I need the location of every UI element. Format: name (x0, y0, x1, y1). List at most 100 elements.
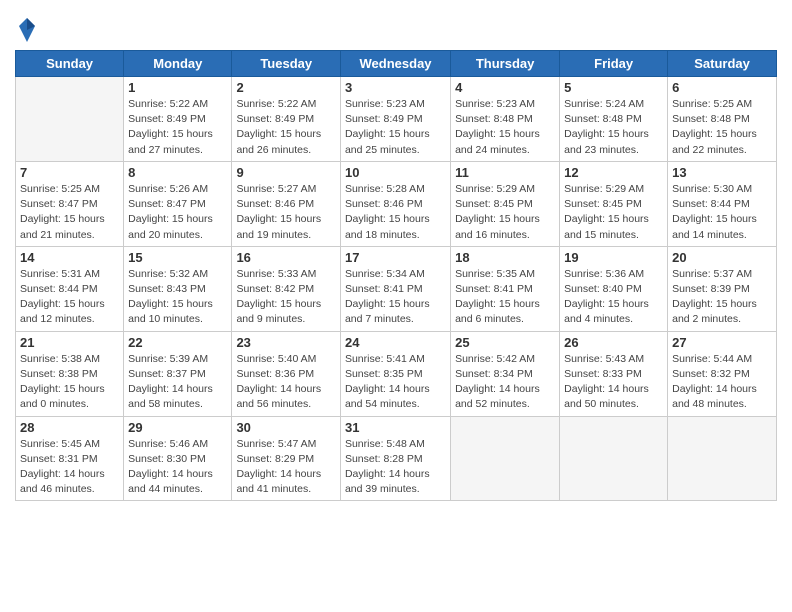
day-info: Sunrise: 5:38 AM Sunset: 8:38 PM Dayligh… (20, 352, 119, 413)
calendar-cell: 25 Sunrise: 5:42 AM Sunset: 8:34 PM Dayli… (451, 331, 560, 416)
day-number: 25 (455, 335, 555, 350)
day-info: Sunrise: 5:32 AM Sunset: 8:43 PM Dayligh… (128, 267, 227, 328)
day-number: 5 (564, 80, 663, 95)
day-of-week-header: Thursday (451, 51, 560, 77)
logo (15, 16, 41, 44)
calendar-cell: 14 Sunrise: 5:31 AM Sunset: 8:44 PM Dayli… (16, 246, 124, 331)
calendar-week-row: 28 Sunrise: 5:45 AM Sunset: 8:31 PM Dayli… (16, 416, 777, 501)
day-info: Sunrise: 5:31 AM Sunset: 8:44 PM Dayligh… (20, 267, 119, 328)
day-number: 15 (128, 250, 227, 265)
calendar-cell: 4 Sunrise: 5:23 AM Sunset: 8:48 PM Daylig… (451, 77, 560, 162)
day-number: 10 (345, 165, 446, 180)
calendar-cell: 22 Sunrise: 5:39 AM Sunset: 8:37 PM Dayli… (124, 331, 232, 416)
day-info: Sunrise: 5:47 AM Sunset: 8:29 PM Dayligh… (236, 437, 336, 498)
day-number: 23 (236, 335, 336, 350)
calendar-cell: 12Sunrise: 5:29 AM Sunset: 8:45 PM Dayli… (560, 161, 668, 246)
day-info: Sunrise: 5:28 AM Sunset: 8:46 PM Dayligh… (345, 182, 446, 243)
day-of-week-header: Monday (124, 51, 232, 77)
day-number: 18 (455, 250, 555, 265)
day-number: 2 (236, 80, 336, 95)
calendar-cell: 15 Sunrise: 5:32 AM Sunset: 8:43 PM Dayli… (124, 246, 232, 331)
calendar-cell: 29 Sunrise: 5:46 AM Sunset: 8:30 PM Dayli… (124, 416, 232, 501)
day-info: Sunrise: 5:29 AM Sunset: 8:45 PM Dayligh… (564, 182, 663, 243)
day-info: Sunrise: 5:42 AM Sunset: 8:34 PM Dayligh… (455, 352, 555, 413)
day-info: Sunrise: 5:22 AM Sunset: 8:49 PM Dayligh… (236, 97, 336, 158)
calendar-week-row: 14 Sunrise: 5:31 AM Sunset: 8:44 PM Dayli… (16, 246, 777, 331)
day-info: Sunrise: 5:44 AM Sunset: 8:32 PM Dayligh… (672, 352, 772, 413)
calendar-cell (668, 416, 777, 501)
day-number: 9 (236, 165, 336, 180)
day-info: Sunrise: 5:48 AM Sunset: 8:28 PM Dayligh… (345, 437, 446, 498)
day-number: 27 (672, 335, 772, 350)
day-number: 14 (20, 250, 119, 265)
calendar-cell: 17Sunrise: 5:34 AM Sunset: 8:41 PM Dayli… (340, 246, 450, 331)
calendar-cell: 28 Sunrise: 5:45 AM Sunset: 8:31 PM Dayli… (16, 416, 124, 501)
calendar-cell (451, 416, 560, 501)
calendar-cell: 2 Sunrise: 5:22 AM Sunset: 8:49 PM Daylig… (232, 77, 341, 162)
day-number: 29 (128, 420, 227, 435)
day-of-week-header: Friday (560, 51, 668, 77)
day-number: 30 (236, 420, 336, 435)
day-info: Sunrise: 5:40 AM Sunset: 8:36 PM Dayligh… (236, 352, 336, 413)
calendar-cell: 1 Sunrise: 5:22 AM Sunset: 8:49 PM Daylig… (124, 77, 232, 162)
calendar-cell: 23 Sunrise: 5:40 AM Sunset: 8:36 PM Dayli… (232, 331, 341, 416)
day-number: 8 (128, 165, 227, 180)
day-info: Sunrise: 5:36 AM Sunset: 8:40 PM Dayligh… (564, 267, 663, 328)
day-info: Sunrise: 5:43 AM Sunset: 8:33 PM Dayligh… (564, 352, 663, 413)
day-info: Sunrise: 5:29 AM Sunset: 8:45 PM Dayligh… (455, 182, 555, 243)
day-of-week-header: Sunday (16, 51, 124, 77)
day-number: 4 (455, 80, 555, 95)
calendar-cell: 7Sunrise: 5:25 AM Sunset: 8:47 PM Daylig… (16, 161, 124, 246)
calendar-cell: 19 Sunrise: 5:36 AM Sunset: 8:40 PM Dayli… (560, 246, 668, 331)
calendar-cell: 16Sunrise: 5:33 AM Sunset: 8:42 PM Dayli… (232, 246, 341, 331)
calendar-cell: 20Sunrise: 5:37 AM Sunset: 8:39 PM Dayli… (668, 246, 777, 331)
calendar-cell (560, 416, 668, 501)
page-header (15, 10, 777, 44)
calendar-cell: 10 Sunrise: 5:28 AM Sunset: 8:46 PM Dayli… (340, 161, 450, 246)
day-info: Sunrise: 5:23 AM Sunset: 8:49 PM Dayligh… (345, 97, 446, 158)
calendar-cell: 21 Sunrise: 5:38 AM Sunset: 8:38 PM Dayli… (16, 331, 124, 416)
day-of-week-header: Tuesday (232, 51, 341, 77)
day-info: Sunrise: 5:23 AM Sunset: 8:48 PM Dayligh… (455, 97, 555, 158)
day-number: 19 (564, 250, 663, 265)
day-number: 28 (20, 420, 119, 435)
calendar-cell: 3 Sunrise: 5:23 AM Sunset: 8:49 PM Daylig… (340, 77, 450, 162)
calendar-cell (16, 77, 124, 162)
calendar-cell: 6 Sunrise: 5:25 AM Sunset: 8:48 PM Daylig… (668, 77, 777, 162)
day-number: 31 (345, 420, 446, 435)
day-of-week-header: Saturday (668, 51, 777, 77)
calendar-week-row: 7Sunrise: 5:25 AM Sunset: 8:47 PM Daylig… (16, 161, 777, 246)
day-info: Sunrise: 5:45 AM Sunset: 8:31 PM Dayligh… (20, 437, 119, 498)
calendar-cell: 31 Sunrise: 5:48 AM Sunset: 8:28 PM Dayli… (340, 416, 450, 501)
day-info: Sunrise: 5:34 AM Sunset: 8:41 PM Dayligh… (345, 267, 446, 328)
day-info: Sunrise: 5:22 AM Sunset: 8:49 PM Dayligh… (128, 97, 227, 158)
day-info: Sunrise: 5:33 AM Sunset: 8:42 PM Dayligh… (236, 267, 336, 328)
calendar-table: SundayMondayTuesdayWednesdayThursdayFrid… (15, 50, 777, 501)
day-number: 3 (345, 80, 446, 95)
calendar-cell: 27 Sunrise: 5:44 AM Sunset: 8:32 PM Dayli… (668, 331, 777, 416)
day-info: Sunrise: 5:25 AM Sunset: 8:47 PM Dayligh… (20, 182, 119, 243)
logo-icon (17, 16, 37, 44)
day-number: 26 (564, 335, 663, 350)
day-info: Sunrise: 5:25 AM Sunset: 8:48 PM Dayligh… (672, 97, 772, 158)
calendar-week-row: 1 Sunrise: 5:22 AM Sunset: 8:49 PM Daylig… (16, 77, 777, 162)
calendar-cell: 30 Sunrise: 5:47 AM Sunset: 8:29 PM Dayli… (232, 416, 341, 501)
day-number: 20 (672, 250, 772, 265)
day-of-week-header: Wednesday (340, 51, 450, 77)
calendar-cell: 5Sunrise: 5:24 AM Sunset: 8:48 PM Daylig… (560, 77, 668, 162)
calendar-cell: 24Sunrise: 5:41 AM Sunset: 8:35 PM Dayli… (340, 331, 450, 416)
day-number: 22 (128, 335, 227, 350)
day-number: 6 (672, 80, 772, 95)
day-info: Sunrise: 5:41 AM Sunset: 8:35 PM Dayligh… (345, 352, 446, 413)
day-info: Sunrise: 5:30 AM Sunset: 8:44 PM Dayligh… (672, 182, 772, 243)
calendar-cell: 8 Sunrise: 5:26 AM Sunset: 8:47 PM Daylig… (124, 161, 232, 246)
calendar-cell: 13Sunrise: 5:30 AM Sunset: 8:44 PM Dayli… (668, 161, 777, 246)
day-info: Sunrise: 5:27 AM Sunset: 8:46 PM Dayligh… (236, 182, 336, 243)
day-info: Sunrise: 5:26 AM Sunset: 8:47 PM Dayligh… (128, 182, 227, 243)
calendar-cell: 26 Sunrise: 5:43 AM Sunset: 8:33 PM Dayli… (560, 331, 668, 416)
day-number: 21 (20, 335, 119, 350)
calendar-cell: 18Sunrise: 5:35 AM Sunset: 8:41 PM Dayli… (451, 246, 560, 331)
day-number: 1 (128, 80, 227, 95)
day-info: Sunrise: 5:39 AM Sunset: 8:37 PM Dayligh… (128, 352, 227, 413)
day-info: Sunrise: 5:46 AM Sunset: 8:30 PM Dayligh… (128, 437, 227, 498)
